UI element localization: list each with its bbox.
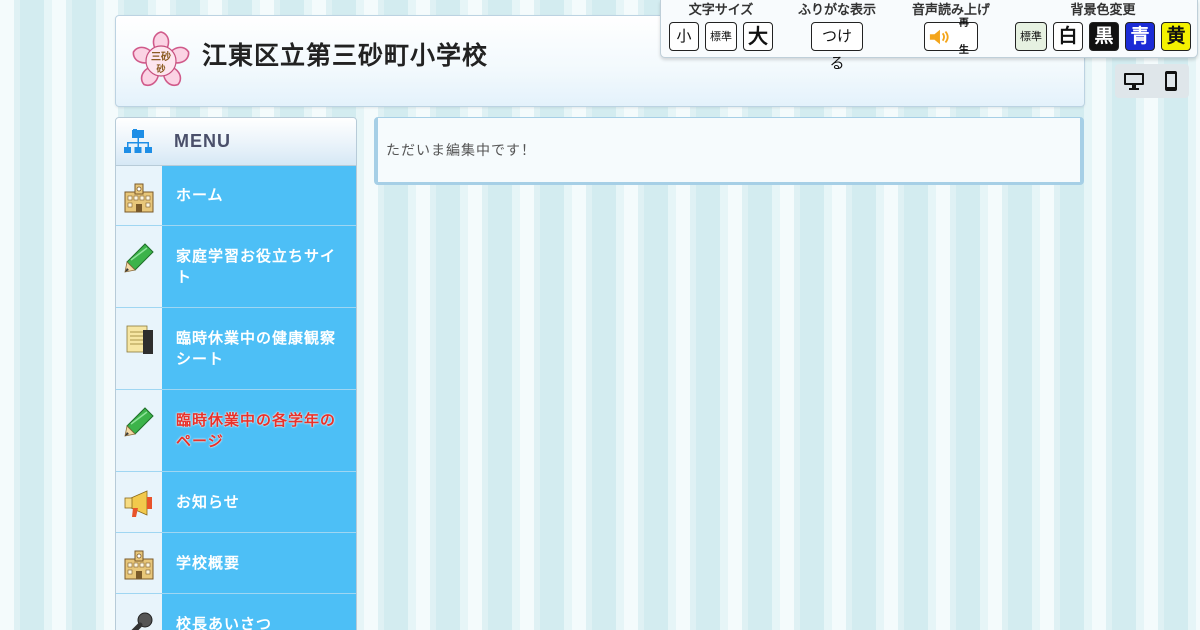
- accessibility-toolbar: 文字サイズ 小 標準 大 ふりがな表示 つける 音声読み上げ 再生 背景色変更 …: [660, 0, 1198, 72]
- microphone-icon: [131, 612, 153, 630]
- pencil-icon: [124, 407, 154, 437]
- background-color-group: 背景色変更 標準 白 黒 青 黄: [1015, 2, 1191, 51]
- notebook-icon: [126, 325, 153, 354]
- menu-item-grade-pages[interactable]: 臨時休業中の各学年のページ: [116, 390, 356, 472]
- menu-item-label: お知らせ: [162, 472, 356, 532]
- menu-item-home-study-sites[interactable]: 家庭学習お役立ちサイト: [116, 226, 356, 308]
- pc-view-button[interactable]: [1115, 64, 1152, 98]
- main-content-panel: ただいま編集中です！: [374, 117, 1084, 185]
- menu-item-school-overview[interactable]: 学校概要: [116, 533, 356, 594]
- menu-item-health-check-sheet[interactable]: 臨時休業中の健康観察シート: [116, 308, 356, 390]
- background-color-label: 背景色変更: [1070, 3, 1136, 18]
- pencil-icon: [124, 243, 154, 273]
- svg-text:三砂: 三砂: [151, 50, 171, 63]
- smartphone-view-button[interactable]: [1152, 64, 1189, 98]
- bg-black-button[interactable]: 黒: [1089, 22, 1119, 51]
- furigana-button[interactable]: つける: [811, 22, 863, 72]
- site-title[interactable]: 江東区立第三砂町小学校: [202, 36, 488, 72]
- menu-item-label: 家庭学習お役立ちサイト: [162, 226, 356, 307]
- speaker-icon: [929, 29, 949, 44]
- font-standard-button[interactable]: 標準: [705, 22, 737, 51]
- school-logo[interactable]: 三砂 砂: [130, 30, 192, 92]
- desktop-icon: [1123, 73, 1144, 90]
- menu-item-news[interactable]: お知らせ: [116, 472, 356, 533]
- editing-notice: ただいま編集中です！: [386, 143, 536, 159]
- megaphone-icon: [124, 490, 152, 517]
- font-large-button[interactable]: 大: [743, 22, 773, 51]
- bg-blue-button[interactable]: 青: [1125, 22, 1155, 51]
- speech-play-label: 再生: [958, 17, 969, 56]
- menu-header: MENU: [116, 118, 356, 166]
- device-switch: [1115, 64, 1189, 98]
- smartphone-icon: [1164, 71, 1177, 91]
- menu-item-label: ホーム: [162, 166, 356, 225]
- furigana-label: ふりがな表示: [797, 3, 876, 18]
- speech-group: 音声読み上げ 再生: [901, 2, 1001, 56]
- school-building-icon: [124, 550, 154, 580]
- bg-white-button[interactable]: 白: [1053, 22, 1083, 51]
- menu-item-label: 臨時休業中の健康観察シート: [162, 308, 356, 389]
- speech-label: 音声読み上げ: [911, 3, 990, 18]
- menu-item-label-current: 臨時休業中の各学年のページ: [162, 390, 356, 471]
- sitemap-icon: [124, 128, 152, 153]
- font-size-group: 文字サイズ 小 標準 大: [669, 2, 773, 51]
- menu-title: MENU: [174, 131, 231, 151]
- svg-text:砂: 砂: [156, 63, 165, 75]
- speech-play-button[interactable]: 再生: [924, 18, 978, 56]
- furigana-group: ふりがな表示 つける: [787, 2, 887, 72]
- menu-item-label: 学校概要: [162, 533, 356, 593]
- menu-item-label: 校長あいさつ: [162, 594, 356, 630]
- sakura-logo-icon: 三砂 砂: [132, 31, 190, 87]
- font-size-label: 文字サイズ: [688, 3, 754, 18]
- bg-standard-button[interactable]: 標準: [1015, 22, 1047, 51]
- menu-item-principal-greeting[interactable]: 校長あいさつ: [116, 594, 356, 630]
- school-building-icon: [124, 183, 154, 213]
- menu-item-home[interactable]: ホーム: [116, 166, 356, 226]
- font-small-button[interactable]: 小: [669, 22, 699, 51]
- sidebar-menu: MENU ホーム 家庭学習お役立ちサイト 臨時休業中の健康観察シート 臨時休業中…: [115, 117, 357, 630]
- bg-yellow-button[interactable]: 黄: [1161, 22, 1191, 51]
